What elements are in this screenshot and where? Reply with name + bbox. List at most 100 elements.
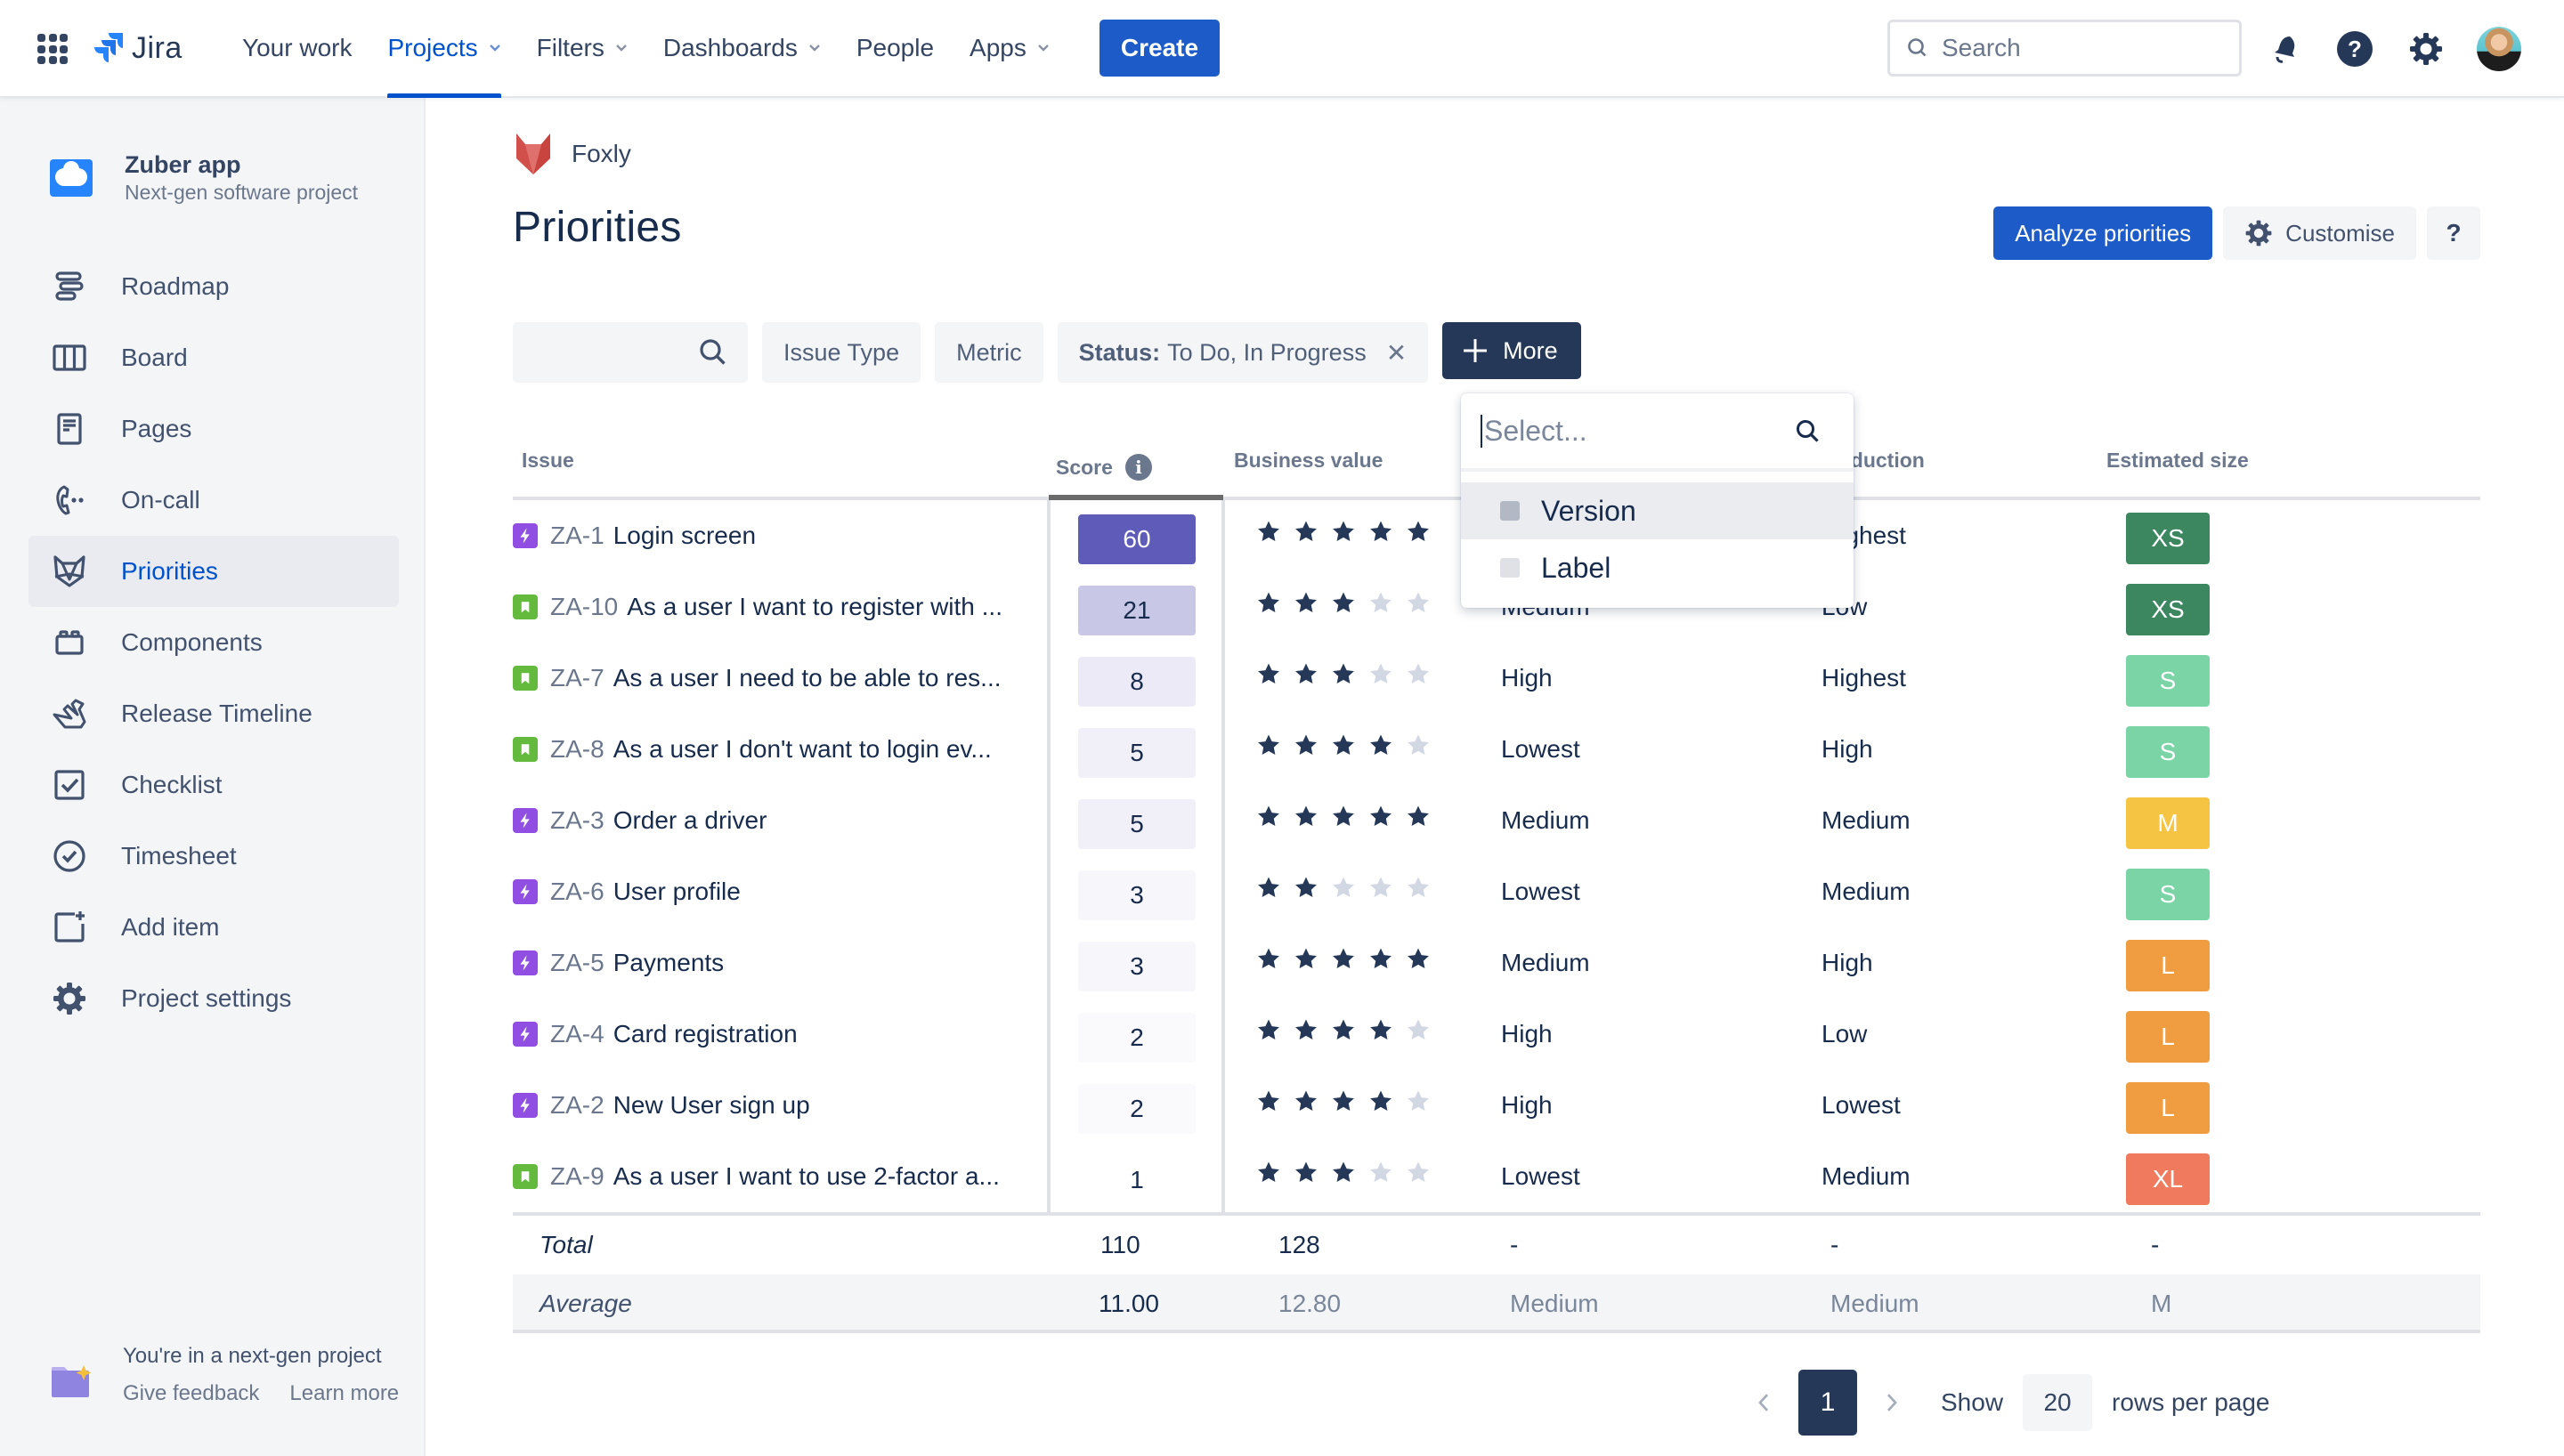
app-breadcrumb[interactable]: Foxly: [513, 132, 631, 176]
next-page-chevron-icon[interactable]: [1878, 1389, 1905, 1416]
star-icon[interactable]: [1406, 1089, 1431, 1114]
page-1-button[interactable]: 1: [1798, 1370, 1857, 1436]
nav-projects[interactable]: Projects: [369, 0, 518, 98]
star-icon[interactable]: [1256, 733, 1281, 758]
previous-page-chevron-icon[interactable]: [1750, 1389, 1777, 1416]
table-row[interactable]: ZA-6 User profile 3 Lowest Medium S: [513, 856, 2480, 927]
sidebar-item-add-item[interactable]: Add item: [28, 892, 399, 963]
star-icon[interactable]: [1406, 733, 1431, 758]
sidebar-item-roadmap[interactable]: Roadmap: [28, 251, 399, 322]
business-value-rating[interactable]: [1256, 662, 1431, 687]
checkbox[interactable]: [1500, 558, 1520, 578]
sidebar-item-on-call[interactable]: On-call: [28, 465, 399, 536]
size-badge[interactable]: L: [2126, 1082, 2210, 1134]
star-icon[interactable]: [1406, 947, 1431, 972]
star-icon[interactable]: [1256, 1018, 1281, 1043]
dropdown-option-label[interactable]: Label: [1461, 539, 1854, 596]
nav-people[interactable]: People: [839, 0, 952, 96]
star-icon[interactable]: [1368, 591, 1393, 616]
size-badge[interactable]: S: [2126, 655, 2210, 707]
nav-filters[interactable]: Filters: [519, 0, 645, 96]
give-feedback-link[interactable]: Give feedback: [123, 1381, 259, 1406]
star-icon[interactable]: [1256, 591, 1281, 616]
help-icon[interactable]: ?: [2336, 30, 2373, 68]
metric-value[interactable]: Lowest: [1501, 714, 1580, 785]
star-icon[interactable]: [1406, 1161, 1431, 1185]
star-icon[interactable]: [1331, 947, 1356, 972]
size-badge[interactable]: L: [2126, 940, 2210, 991]
table-row[interactable]: ZA-3 Order a driver 5 Medium Medium M: [513, 785, 2480, 856]
metric-value[interactable]: High: [1501, 1070, 1553, 1141]
star-icon[interactable]: [1331, 662, 1356, 687]
issue-key[interactable]: ZA-7: [550, 664, 604, 692]
business-value-rating[interactable]: [1256, 1161, 1431, 1185]
issue-search[interactable]: [513, 322, 748, 383]
star-icon[interactable]: [1406, 805, 1431, 829]
global-search[interactable]: [1887, 20, 2242, 77]
create-button[interactable]: Create: [1099, 20, 1221, 77]
star-icon[interactable]: [1294, 876, 1319, 901]
issue-summary[interactable]: Order a driver: [613, 806, 767, 835]
issue-key[interactable]: ZA-5: [550, 949, 604, 977]
sidebar-item-checklist[interactable]: Checklist: [28, 749, 399, 821]
table-row[interactable]: ZA-7 As a user I need to be able to res..…: [513, 643, 2480, 714]
business-value-rating[interactable]: [1256, 733, 1431, 758]
issue-cell[interactable]: ZA-9 As a user I want to use 2-factor a..…: [513, 1141, 1000, 1212]
reduction-value[interactable]: Highest: [1822, 643, 1906, 714]
user-avatar[interactable]: [2477, 27, 2521, 71]
nav-apps[interactable]: Apps: [952, 0, 1067, 96]
size-badge[interactable]: XS: [2126, 584, 2210, 635]
star-icon[interactable]: [1331, 520, 1356, 545]
sidebar-item-priorities[interactable]: Priorities: [28, 536, 399, 607]
reduction-value[interactable]: High: [1822, 714, 1873, 785]
star-icon[interactable]: [1368, 1161, 1393, 1185]
issue-cell[interactable]: ZA-8 As a user I don't want to login ev..…: [513, 714, 992, 785]
issue-summary[interactable]: Login screen: [613, 522, 756, 550]
issue-cell[interactable]: ZA-7 As a user I need to be able to res..…: [513, 643, 1002, 714]
star-icon[interactable]: [1294, 591, 1319, 616]
star-icon[interactable]: [1406, 1018, 1431, 1043]
reduction-value[interactable]: High: [1822, 927, 1873, 999]
rows-per-page-select[interactable]: 20: [2023, 1374, 2093, 1431]
issue-key[interactable]: ZA-4: [550, 1020, 604, 1048]
info-icon[interactable]: i: [1124, 454, 1152, 481]
issue-cell[interactable]: ZA-3 Order a driver: [513, 785, 767, 856]
column-header-estimated-size[interactable]: Estimated size: [2106, 449, 2249, 473]
analyze-priorities-button[interactable]: Analyze priorities: [1993, 206, 2213, 260]
metric-filter[interactable]: Metric: [935, 322, 1043, 383]
size-badge[interactable]: S: [2126, 726, 2210, 778]
sidebar-item-timesheet[interactable]: Timesheet: [28, 821, 399, 892]
checkbox[interactable]: [1500, 501, 1520, 521]
metric-value[interactable]: High: [1501, 999, 1553, 1070]
settings-icon[interactable]: [2407, 30, 2445, 68]
global-search-input[interactable]: [1942, 34, 2209, 62]
reduction-value[interactable]: Lowest: [1822, 1070, 1901, 1141]
metric-value[interactable]: Medium: [1501, 785, 1590, 856]
issue-summary[interactable]: Payments: [613, 949, 725, 977]
sidebar-item-release-timeline[interactable]: Release Timeline: [28, 678, 399, 749]
nav-dashboards[interactable]: Dashboards: [645, 0, 839, 96]
size-badge[interactable]: S: [2126, 869, 2210, 920]
table-row[interactable]: ZA-8 As a user I don't want to login ev..…: [513, 714, 2480, 785]
dropdown-option-version[interactable]: Version: [1461, 482, 1854, 539]
size-badge[interactable]: XL: [2126, 1153, 2210, 1205]
star-icon[interactable]: [1294, 520, 1319, 545]
metric-value[interactable]: Lowest: [1501, 1141, 1580, 1212]
star-icon[interactable]: [1331, 805, 1356, 829]
star-icon[interactable]: [1294, 805, 1319, 829]
app-switcher-icon[interactable]: [37, 34, 68, 64]
metric-value[interactable]: High: [1501, 643, 1553, 714]
star-icon[interactable]: [1256, 1089, 1281, 1114]
issue-key[interactable]: ZA-6: [550, 878, 604, 906]
sidebar-item-board[interactable]: Board: [28, 322, 399, 393]
dropdown-search-input[interactable]: [1481, 414, 1783, 448]
star-icon[interactable]: [1406, 591, 1431, 616]
issue-key[interactable]: ZA-8: [550, 735, 604, 764]
issue-summary[interactable]: New User sign up: [613, 1091, 810, 1120]
business-value-rating[interactable]: [1256, 520, 1431, 545]
size-badge[interactable]: L: [2126, 1011, 2210, 1063]
star-icon[interactable]: [1331, 876, 1356, 901]
star-icon[interactable]: [1368, 1089, 1393, 1114]
star-icon[interactable]: [1368, 947, 1393, 972]
issue-key[interactable]: ZA-3: [550, 806, 604, 835]
